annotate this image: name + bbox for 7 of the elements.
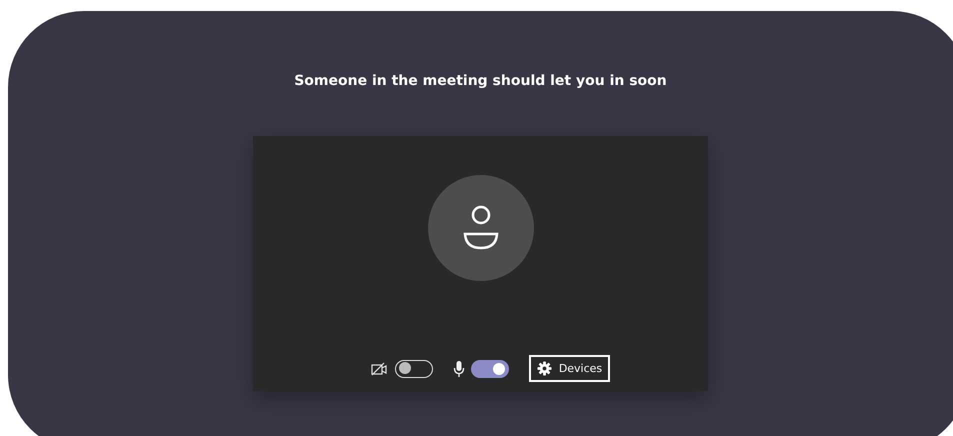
microphone-icon (452, 360, 465, 378)
devices-button[interactable]: Devices (528, 355, 610, 382)
camera-off-icon (370, 362, 389, 376)
settings-icon (536, 361, 552, 376)
camera-toggle[interactable] (394, 360, 433, 378)
lobby-message: Someone in the meeting should let you in soon (294, 73, 667, 89)
mic-toggle[interactable] (470, 360, 509, 378)
